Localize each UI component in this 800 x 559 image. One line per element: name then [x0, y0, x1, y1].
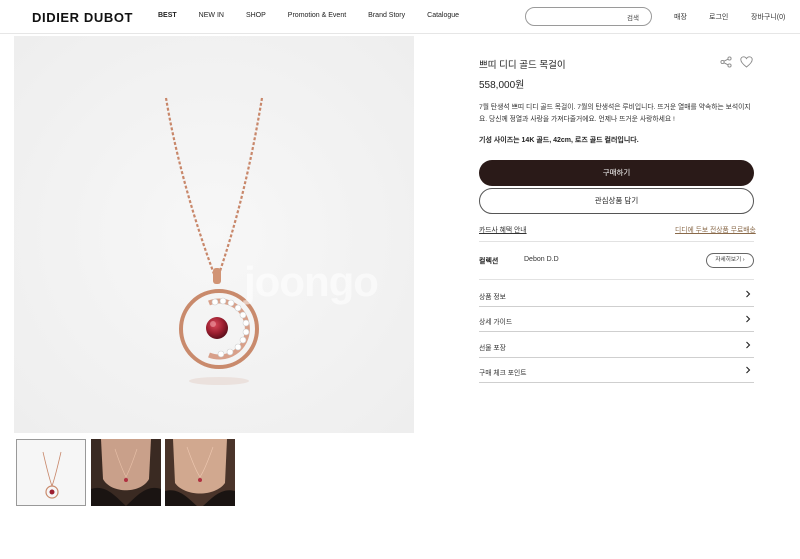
product-main-image[interactable]: joongo [14, 36, 414, 433]
accordion-label: 상세 가이드 [479, 319, 513, 326]
login-link[interactable]: 로그인 [709, 12, 728, 22]
collection-label: 컬렉션 [479, 258, 499, 265]
search-button[interactable]: 검색 [627, 12, 639, 22]
card-benefit-link[interactable]: 카드사 혜택 안내 [479, 224, 527, 234]
nav-promotion[interactable]: Promotion & Event [288, 12, 346, 19]
accordion-purchase-checkpoints[interactable]: 구매 체크 포인트 [479, 358, 754, 383]
nav-catalogue[interactable]: Catalogue [427, 12, 459, 19]
product-price: 558,000원 [479, 80, 525, 91]
buy-now-button[interactable]: 구매하기 [479, 160, 754, 186]
main-nav: BEST NEW IN SHOP Promotion & Event Brand… [158, 12, 481, 19]
accordion-label: 구매 체크 포인트 [479, 370, 527, 377]
nav-best[interactable]: BEST [158, 12, 177, 19]
nav-shop[interactable]: SHOP [246, 12, 266, 19]
accordion-label: 선물 포장 [479, 345, 506, 352]
product-description: 7월 탄생석 쁘띠 디디 골드 목걸이. 7월의 탄생석은 루비입니다. 뜨거운… [479, 104, 751, 123]
nav-new-in[interactable]: NEW IN [199, 12, 224, 19]
chevron-right-icon: › [742, 257, 745, 263]
chevron-right-icon [746, 341, 751, 349]
thumbnail-product[interactable] [16, 439, 86, 506]
collection-detail-label: 자세히보기 [715, 257, 742, 263]
thumbnail-model-2[interactable] [165, 439, 235, 506]
collection-value: Debon D.D [524, 256, 559, 263]
watermark-text: joongo [244, 258, 379, 305]
collection-detail-button[interactable]: 자세히보기 › [706, 253, 754, 268]
necklace-image [14, 36, 414, 433]
divider [479, 241, 754, 242]
product-title: 쁘띠 디디 골드 목걸이 [479, 60, 566, 71]
accordion-gift-wrap[interactable]: 선물 포장 [479, 333, 754, 358]
share-icon[interactable] [720, 56, 732, 68]
divider [479, 279, 754, 280]
add-to-wishlist-button[interactable]: 관심상품 담기 [479, 188, 754, 214]
nav-brand-story[interactable]: Brand Story [368, 12, 405, 19]
thumbnail-model-1[interactable] [91, 439, 161, 506]
store-link[interactable]: 매장 [674, 12, 687, 22]
accordion-detail-guide[interactable]: 상세 가이드 [479, 307, 754, 332]
brand-logo[interactable]: DIDIER DUBOT [32, 10, 133, 25]
chevron-right-icon [746, 315, 751, 323]
free-shipping-link[interactable]: 디디에 두보 전상품 무료배송 [675, 224, 756, 234]
site-header: DIDIER DUBOT BEST NEW IN SHOP Promotion … [0, 0, 800, 34]
chevron-right-icon [746, 290, 751, 298]
heart-icon[interactable] [740, 56, 753, 68]
cart-link[interactable]: 장바구니(0) [751, 12, 785, 22]
product-spec: 기성 사이즈는 14K 골드, 42cm, 로즈 골드 컬러입니다. [479, 137, 639, 144]
accordion-product-info[interactable]: 상품 정보 [479, 282, 754, 307]
chevron-right-icon [746, 366, 751, 374]
accordion-label: 상품 정보 [479, 294, 506, 301]
search-input[interactable]: 검색 [525, 7, 652, 26]
